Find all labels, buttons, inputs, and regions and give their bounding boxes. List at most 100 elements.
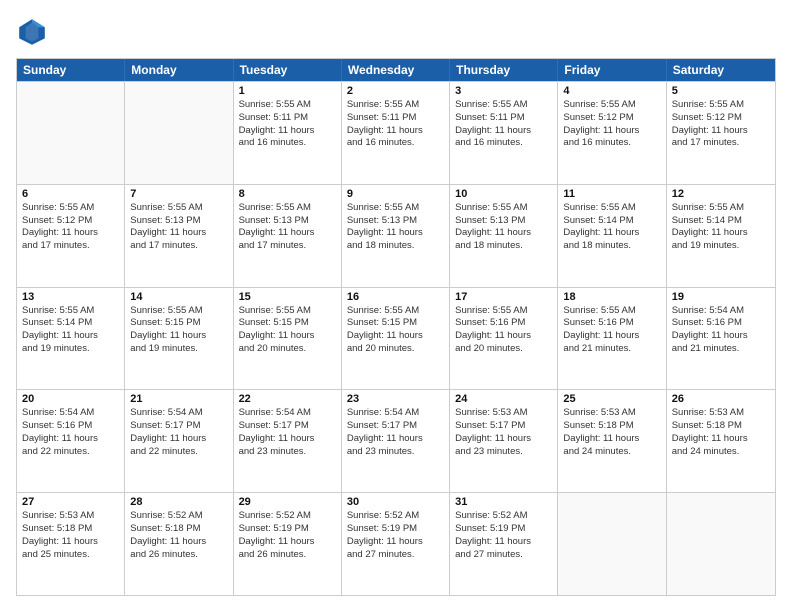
- cell-line: Sunrise: 5:55 AM: [347, 305, 444, 318]
- calendar-row: 27Sunrise: 5:53 AMSunset: 5:18 PMDayligh…: [17, 492, 775, 595]
- calendar-header: SundayMondayTuesdayWednesdayThursdayFrid…: [17, 59, 775, 81]
- cell-line: and 19 minutes.: [130, 343, 227, 356]
- cell-line: and 16 minutes.: [563, 137, 660, 150]
- cell-line: Sunrise: 5:54 AM: [239, 407, 336, 420]
- calendar-cell: 21Sunrise: 5:54 AMSunset: 5:17 PMDayligh…: [125, 390, 233, 492]
- calendar-cell: 16Sunrise: 5:55 AMSunset: 5:15 PMDayligh…: [342, 288, 450, 390]
- weekday-header: Friday: [558, 59, 666, 81]
- cell-line: Daylight: 11 hours: [672, 433, 770, 446]
- weekday-header: Sunday: [17, 59, 125, 81]
- day-number: 10: [455, 188, 552, 200]
- day-number: 13: [22, 291, 119, 303]
- cell-line: Daylight: 11 hours: [347, 227, 444, 240]
- cell-line: and 16 minutes.: [455, 137, 552, 150]
- day-number: 31: [455, 496, 552, 508]
- cell-line: and 16 minutes.: [347, 137, 444, 150]
- calendar-cell: 5Sunrise: 5:55 AMSunset: 5:12 PMDaylight…: [667, 82, 775, 184]
- day-number: 25: [563, 393, 660, 405]
- calendar-cell: 30 Sunrise: 5:52 AMSunset: 5:19 PMDayligh…: [342, 493, 450, 595]
- calendar-cell: 29Sunrise: 5:52 AMSunset: 5:19 PMDayligh…: [234, 493, 342, 595]
- cell-line: Sunrise: 5:52 AM: [347, 510, 444, 523]
- cell-line: Daylight: 11 hours: [563, 433, 660, 446]
- cell-line: Sunset: 5:15 PM: [239, 317, 336, 330]
- cell-line: Daylight: 11 hours: [455, 536, 552, 549]
- calendar-cell: [558, 493, 666, 595]
- cell-line: Sunset: 5:18 PM: [22, 523, 119, 536]
- cell-line: Sunset: 5:14 PM: [563, 215, 660, 228]
- calendar-cell: 28Sunrise: 5:52 AMSunset: 5:18 PMDayligh…: [125, 493, 233, 595]
- calendar: SundayMondayTuesdayWednesdayThursdayFrid…: [16, 58, 776, 596]
- cell-line: Daylight: 11 hours: [239, 433, 336, 446]
- cell-line: Sunrise: 5:55 AM: [672, 202, 770, 215]
- cell-line: and 17 minutes.: [239, 240, 336, 253]
- cell-line: and 17 minutes.: [22, 240, 119, 253]
- calendar-cell: [667, 493, 775, 595]
- cell-line: Sunrise: 5:55 AM: [455, 202, 552, 215]
- cell-line: Sunrise: 5:53 AM: [672, 407, 770, 420]
- day-number: 24: [455, 393, 552, 405]
- cell-line: Sunrise: 5:55 AM: [455, 305, 552, 318]
- cell-line: Sunset: 5:18 PM: [563, 420, 660, 433]
- calendar-cell: 12Sunrise: 5:55 AMSunset: 5:14 PMDayligh…: [667, 185, 775, 287]
- calendar-row: 20Sunrise: 5:54 AMSunset: 5:16 PMDayligh…: [17, 389, 775, 492]
- cell-line: Sunset: 5:14 PM: [672, 215, 770, 228]
- cell-line: Sunset: 5:13 PM: [455, 215, 552, 228]
- day-number: 21: [130, 393, 227, 405]
- cell-line: Sunrise: 5:55 AM: [22, 305, 119, 318]
- cell-line: Sunset: 5:13 PM: [239, 215, 336, 228]
- cell-line: Daylight: 11 hours: [130, 536, 227, 549]
- weekday-header: Wednesday: [342, 59, 450, 81]
- cell-line: and 19 minutes.: [672, 240, 770, 253]
- cell-line: and 21 minutes.: [563, 343, 660, 356]
- cell-line: Sunset: 5:19 PM: [347, 523, 444, 536]
- cell-line: Sunrise: 5:55 AM: [22, 202, 119, 215]
- cell-line: Sunset: 5:16 PM: [563, 317, 660, 330]
- calendar-cell: 10Sunrise: 5:55 AMSunset: 5:13 PMDayligh…: [450, 185, 558, 287]
- cell-line: and 18 minutes.: [347, 240, 444, 253]
- calendar-cell: 23Sunrise: 5:54 AMSunset: 5:17 PMDayligh…: [342, 390, 450, 492]
- day-number: 26: [672, 393, 770, 405]
- cell-line: Sunset: 5:18 PM: [672, 420, 770, 433]
- cell-line: Sunset: 5:17 PM: [455, 420, 552, 433]
- day-number: 2: [347, 85, 444, 97]
- cell-line: Sunrise: 5:54 AM: [22, 407, 119, 420]
- calendar-cell: 31Sunrise: 5:52 AMSunset: 5:19 PMDayligh…: [450, 493, 558, 595]
- cell-line: Sunrise: 5:55 AM: [239, 202, 336, 215]
- cell-line: Daylight: 11 hours: [563, 125, 660, 138]
- cell-line: and 25 minutes.: [22, 549, 119, 562]
- calendar-row: 6Sunrise: 5:55 AMSunset: 5:12 PMDaylight…: [17, 184, 775, 287]
- day-number: 30: [347, 496, 444, 508]
- cell-line: Daylight: 11 hours: [347, 536, 444, 549]
- cell-line: and 23 minutes.: [347, 446, 444, 459]
- cell-line: Sunrise: 5:52 AM: [455, 510, 552, 523]
- day-number: 5: [672, 85, 770, 97]
- cell-line: Sunrise: 5:53 AM: [455, 407, 552, 420]
- cell-line: Daylight: 11 hours: [672, 330, 770, 343]
- day-number: 19: [672, 291, 770, 303]
- cell-line: Sunrise: 5:53 AM: [563, 407, 660, 420]
- cell-line: Daylight: 11 hours: [455, 330, 552, 343]
- weekday-header: Tuesday: [234, 59, 342, 81]
- day-number: 20: [22, 393, 119, 405]
- cell-line: and 16 minutes.: [239, 137, 336, 150]
- cell-line: Daylight: 11 hours: [563, 227, 660, 240]
- calendar-cell: 1Sunrise: 5:55 AMSunset: 5:11 PMDaylight…: [234, 82, 342, 184]
- day-number: 8: [239, 188, 336, 200]
- cell-line: Daylight: 11 hours: [347, 125, 444, 138]
- day-number: 22: [239, 393, 336, 405]
- calendar-cell: 25 Sunrise: 5:53 AMSunset: 5:18 PMDayligh…: [558, 390, 666, 492]
- cell-line: and 26 minutes.: [130, 549, 227, 562]
- cell-line: and 20 minutes.: [239, 343, 336, 356]
- page: SundayMondayTuesdayWednesdayThursdayFrid…: [0, 0, 792, 612]
- cell-line: and 20 minutes.: [455, 343, 552, 356]
- cell-line: Sunset: 5:17 PM: [347, 420, 444, 433]
- cell-line: Sunrise: 5:52 AM: [239, 510, 336, 523]
- cell-line: Sunset: 5:15 PM: [347, 317, 444, 330]
- calendar-cell: 8Sunrise: 5:55 AMSunset: 5:13 PMDaylight…: [234, 185, 342, 287]
- cell-line: and 18 minutes.: [455, 240, 552, 253]
- cell-line: Sunset: 5:11 PM: [239, 112, 336, 125]
- cell-line: Daylight: 11 hours: [22, 536, 119, 549]
- day-number: 12: [672, 188, 770, 200]
- cell-line: Sunset: 5:11 PM: [455, 112, 552, 125]
- calendar-cell: 27Sunrise: 5:53 AMSunset: 5:18 PMDayligh…: [17, 493, 125, 595]
